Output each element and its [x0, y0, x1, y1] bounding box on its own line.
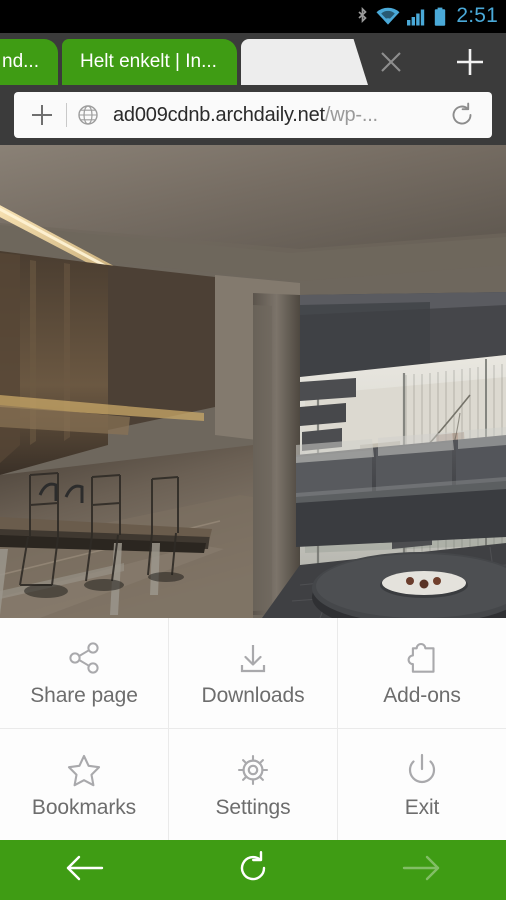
url-host: ad009cdnb.archdaily.net [113, 104, 325, 126]
menu-item-label: Exit [405, 796, 440, 820]
status-clock: 2:51 [453, 4, 498, 30]
page-photo [0, 145, 506, 618]
cellular-signal-icon [407, 7, 427, 26]
forward-button[interactable] [337, 840, 506, 900]
url-bar[interactable]: ad009cdnb.archdaily.net/wp-... [14, 92, 492, 138]
tab-title: nd... [2, 51, 39, 73]
url-bar-container: ad009cdnb.archdaily.net/wp-... [0, 85, 506, 145]
menu-item-add-ons[interactable]: Add-ons [337, 618, 506, 728]
menu-item-label: Add-ons [383, 684, 461, 708]
arrow-right-icon [400, 850, 444, 891]
menu-item-label: Bookmarks [32, 796, 136, 820]
plus-icon[interactable] [20, 93, 64, 137]
menu-row-1: Share page Downloads Add [0, 618, 506, 729]
menu-item-exit[interactable]: Exit [337, 729, 506, 840]
url-input[interactable]: ad009cdnb.archdaily.net/wp-... [107, 104, 438, 127]
menu-item-label: Downloads [202, 684, 305, 708]
new-tab-button[interactable] [440, 39, 500, 85]
tab-title: Helt enkelt | In... [80, 51, 217, 73]
menu-item-settings[interactable]: Settings [168, 729, 337, 840]
browser-tab-2[interactable]: Helt enkelt | In... [62, 39, 237, 85]
menu-item-downloads[interactable]: Downloads [168, 618, 337, 728]
gear-icon [233, 750, 273, 790]
tab-strip: nd... Helt enkelt | In... [0, 33, 506, 85]
menu-row-2: Bookmarks Settings [0, 729, 506, 840]
reload-icon [234, 849, 272, 892]
power-icon [402, 750, 442, 790]
browser-menu-panel: Share page Downloads Add [0, 618, 506, 840]
arrow-left-icon [62, 850, 106, 891]
menu-item-label: Settings [215, 796, 290, 820]
url-path: /wp-... [325, 104, 378, 126]
battery-icon [434, 7, 446, 27]
status-bar: 2:51 [0, 0, 506, 33]
back-button[interactable] [0, 840, 169, 900]
globe-icon [69, 93, 107, 137]
reload-icon[interactable] [438, 93, 486, 137]
menu-item-label: Share page [30, 684, 138, 708]
browser-tab-1[interactable]: nd... [0, 39, 58, 85]
close-icon[interactable] [368, 39, 414, 85]
browser-window: 2:51 nd... Helt enkelt | In... [0, 0, 506, 900]
menu-item-share-page[interactable]: Share page [0, 618, 168, 728]
url-bar-divider [66, 103, 67, 127]
web-page-viewport[interactable] [0, 145, 506, 618]
active-tab-edge [330, 39, 368, 85]
bluetooth-icon [356, 7, 369, 27]
download-icon [233, 638, 273, 678]
reload-button[interactable] [169, 840, 338, 900]
star-icon [64, 750, 104, 790]
wifi-icon [376, 7, 400, 26]
share-icon [64, 638, 104, 678]
bottom-navigation-bar [0, 840, 506, 900]
puzzle-piece-icon [402, 638, 442, 678]
menu-item-bookmarks[interactable]: Bookmarks [0, 729, 168, 840]
